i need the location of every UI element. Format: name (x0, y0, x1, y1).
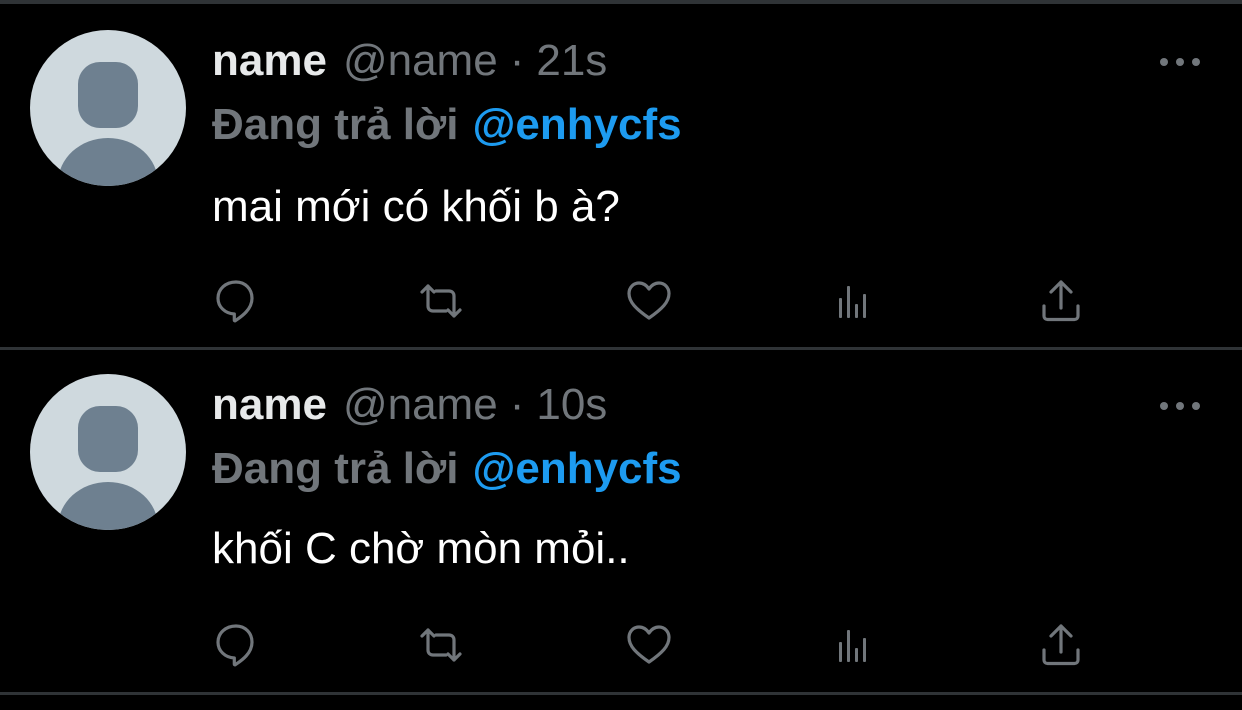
reply-button[interactable] (212, 276, 262, 326)
avatar-head-shape (78, 406, 138, 472)
reply-bubble-icon (216, 280, 254, 323)
retweet-button[interactable] (416, 620, 466, 670)
more-horizontal-icon (1176, 402, 1184, 410)
views-button[interactable] (830, 276, 880, 326)
separator-dot: · (509, 36, 525, 85)
user-handle[interactable]: @name (343, 380, 498, 430)
replying-to-label: Đang trả lời (212, 100, 459, 149)
avatar-head-shape (78, 62, 138, 128)
heart-icon (627, 625, 671, 664)
top-divider (0, 0, 1242, 4)
retweet-icon (420, 284, 462, 318)
tweet[interactable]: name @name · 21s Đang trả lời @enhycfs ma… (0, 6, 1242, 348)
reply-mention-link[interactable]: @enhycfs (472, 444, 681, 493)
avatar-shoulders-shape (58, 482, 158, 530)
more-horizontal-icon (1160, 402, 1168, 410)
more-horizontal-icon (1192, 402, 1200, 410)
tweet-header: name @name · 10s (212, 380, 607, 436)
share-button[interactable] (1036, 276, 1086, 326)
like-button[interactable] (624, 276, 674, 326)
tweet-text: khối C chờ mòn mỏi.. (212, 524, 630, 573)
reply-button[interactable] (212, 620, 262, 670)
analytics-bars-icon (839, 630, 866, 662)
tweet-text: mai mới có khối b à? (212, 182, 620, 231)
tweet-actions (0, 276, 1242, 326)
replying-to: Đang trả lời @enhycfs (212, 444, 682, 494)
timestamp[interactable]: 10s (536, 380, 607, 430)
analytics-bars-icon (839, 286, 866, 318)
display-name[interactable]: name (212, 36, 327, 86)
more-options-button[interactable] (1160, 400, 1200, 412)
more-horizontal-icon (1176, 58, 1184, 66)
reply-mention-link[interactable]: @enhycfs (472, 100, 681, 149)
tweet-divider (0, 692, 1242, 695)
avatar[interactable] (30, 30, 186, 186)
retweet-button[interactable] (416, 276, 466, 326)
share-button[interactable] (1036, 620, 1086, 670)
tweet[interactable]: name @name · 10s Đang trả lời @enhycfs kh… (0, 350, 1242, 692)
more-horizontal-icon (1192, 58, 1200, 66)
more-options-button[interactable] (1160, 56, 1200, 68)
tweet-header: name @name · 21s (212, 36, 607, 92)
share-upload-icon (1042, 624, 1080, 666)
reply-bubble-icon (216, 624, 254, 667)
views-button[interactable] (830, 620, 880, 670)
separator-dot: · (509, 380, 525, 429)
replying-to: Đang trả lời @enhycfs (212, 100, 682, 150)
share-upload-icon (1042, 280, 1080, 322)
avatar[interactable] (30, 374, 186, 530)
replying-to-label: Đang trả lời (212, 444, 459, 493)
avatar-shoulders-shape (58, 138, 158, 186)
display-name[interactable]: name (212, 380, 327, 430)
user-handle[interactable]: @name (343, 36, 498, 86)
retweet-icon (420, 628, 462, 662)
timestamp[interactable]: 21s (536, 36, 607, 86)
heart-icon (627, 281, 671, 320)
tweet-actions (0, 620, 1242, 670)
more-horizontal-icon (1160, 58, 1168, 66)
like-button[interactable] (624, 620, 674, 670)
